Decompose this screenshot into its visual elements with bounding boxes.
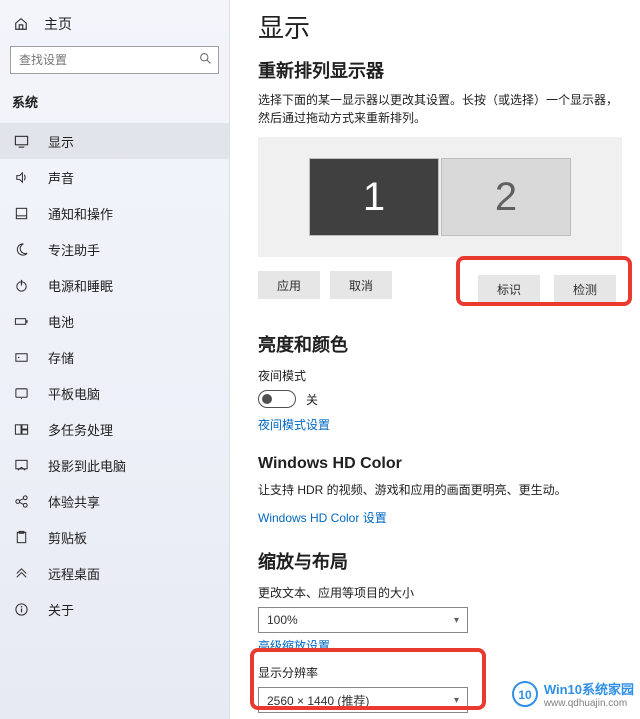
sidebar-item-sound[interactable]: 声音 xyxy=(0,159,229,195)
clipboard-icon xyxy=(12,530,30,545)
sidebar-item-about[interactable]: 关于 xyxy=(0,591,229,627)
sidebar-item-tablet[interactable]: 平板电脑 xyxy=(0,375,229,411)
watermark-url: www.qdhuajin.com xyxy=(544,698,634,709)
monitor-icon xyxy=(12,134,30,149)
brightness-section: 亮度和颜色 夜间模式 关 夜间模式设置 xyxy=(258,331,622,433)
battery-icon xyxy=(12,314,30,329)
sidebar-item-label: 剪贴板 xyxy=(48,528,87,547)
hdcolor-desc: 让支持 HDR 的视频、游戏和应用的画面更明亮、更生动。 xyxy=(258,481,622,499)
hdcolor-section: Windows HD Color 让支持 HDR 的视频、游戏和应用的画面更明亮… xyxy=(258,455,622,526)
chevron-down-icon: ▾ xyxy=(454,695,459,706)
detect-button[interactable]: 检测 xyxy=(554,275,616,303)
hdcolor-heading: Windows HD Color xyxy=(258,455,622,473)
sidebar-item-focus[interactable]: 专注助手 xyxy=(0,231,229,267)
home-label: 主页 xyxy=(44,14,72,34)
identify-button[interactable]: 标识 xyxy=(478,275,540,303)
sidebar-item-label: 通知和操作 xyxy=(48,204,113,223)
watermark-brand: Win10系统家园 xyxy=(544,679,634,698)
storage-icon xyxy=(12,350,30,365)
night-mode-label: 夜间模式 xyxy=(258,367,622,384)
system-nav: 显示 声音 通知和操作 专注助手 电源和睡眠 电池 xyxy=(0,123,229,627)
sidebar-item-battery[interactable]: 电池 xyxy=(0,303,229,339)
hdcolor-settings-link[interactable]: Windows HD Color 设置 xyxy=(258,509,622,526)
home-icon xyxy=(12,17,30,31)
cancel-button[interactable]: 取消 xyxy=(330,271,392,299)
sidebar-item-label: 显示 xyxy=(48,132,74,151)
text-size-value: 100% xyxy=(267,613,298,627)
sidebar-item-label: 电源和睡眠 xyxy=(48,276,113,295)
sidebar-item-label: 存储 xyxy=(48,348,74,367)
sidebar-item-project[interactable]: 投影到此电脑 xyxy=(0,447,229,483)
category-label: 系统 xyxy=(0,84,229,115)
brightness-heading: 亮度和颜色 xyxy=(258,331,622,357)
sidebar-item-display[interactable]: 显示 xyxy=(0,123,229,159)
advanced-scaling-link[interactable]: 高级缩放设置 xyxy=(258,637,622,654)
sidebar-item-clipboard[interactable]: 剪贴板 xyxy=(0,519,229,555)
watermark: 10 Win10系统家园 www.qdhuajin.com xyxy=(512,679,634,709)
tablet-icon xyxy=(12,386,30,401)
sidebar-item-label: 平板电脑 xyxy=(48,384,100,403)
sidebar-item-label: 投影到此电脑 xyxy=(48,456,126,475)
home-nav[interactable]: 主页 xyxy=(0,8,229,40)
search-box[interactable] xyxy=(10,46,219,74)
sidebar-item-label: 声音 xyxy=(48,168,74,187)
share-icon xyxy=(12,494,30,509)
info-icon xyxy=(12,602,30,617)
cast-icon xyxy=(12,458,30,473)
power-icon xyxy=(12,278,30,293)
chevron-down-icon: ▾ xyxy=(454,615,459,626)
sidebar-item-multitask[interactable]: 多任务处理 xyxy=(0,411,229,447)
bell-icon xyxy=(12,206,30,221)
monitor-button-row: 应用 取消 标识 检测 xyxy=(258,271,622,309)
apply-button[interactable]: 应用 xyxy=(258,271,320,299)
search-input[interactable] xyxy=(11,53,192,67)
search-container xyxy=(0,40,229,84)
rearrange-desc: 选择下面的某一显示器以更改其设置。长按（或选择）一个显示器，然后通过拖动方式来重… xyxy=(258,91,622,127)
text-size-label: 更改文本、应用等项目的大小 xyxy=(258,584,622,601)
monitor-2[interactable]: 2 xyxy=(441,158,571,236)
text-size-combo[interactable]: 100% ▾ xyxy=(258,607,468,633)
sidebar-item-remote[interactable]: 远程桌面 xyxy=(0,555,229,591)
remote-icon xyxy=(12,566,30,581)
resolution-combo[interactable]: 2560 × 1440 (推荐) ▾ xyxy=(258,687,468,713)
resolution-value: 2560 × 1440 (推荐) xyxy=(267,692,369,709)
night-mode-state: 关 xyxy=(306,391,318,408)
scale-heading: 缩放与布局 xyxy=(258,548,622,574)
toggle-switch-icon xyxy=(258,390,296,408)
night-mode-toggle[interactable]: 关 xyxy=(258,390,622,408)
svg-text:10: 10 xyxy=(518,688,532,702)
sidebar-item-label: 关于 xyxy=(48,600,74,619)
speaker-icon xyxy=(12,170,30,185)
settings-sidebar: 主页 系统 显示 声音 通知和操作 xyxy=(0,0,230,719)
rearrange-heading: 重新排列显示器 xyxy=(258,57,622,83)
sidebar-item-notifications[interactable]: 通知和操作 xyxy=(0,195,229,231)
sidebar-item-label: 多任务处理 xyxy=(48,420,113,439)
monitor-canvas[interactable]: 1 2 xyxy=(258,137,622,257)
sidebar-item-label: 电池 xyxy=(48,312,74,331)
watermark-logo-icon: 10 xyxy=(512,681,538,707)
sidebar-item-label: 体验共享 xyxy=(48,492,100,511)
sidebar-item-label: 专注助手 xyxy=(48,240,100,259)
sidebar-item-power[interactable]: 电源和睡眠 xyxy=(0,267,229,303)
moon-icon xyxy=(12,242,30,257)
main-panel: 显示 重新排列显示器 选择下面的某一显示器以更改其设置。长按（或选择）一个显示器… xyxy=(230,0,640,719)
search-icon xyxy=(192,52,218,68)
multitask-icon xyxy=(12,422,30,437)
monitor-1[interactable]: 1 xyxy=(309,158,439,236)
sidebar-item-shared[interactable]: 体验共享 xyxy=(0,483,229,519)
page-title: 显示 xyxy=(258,8,622,45)
night-mode-settings-link[interactable]: 夜间模式设置 xyxy=(258,416,622,433)
sidebar-item-storage[interactable]: 存储 xyxy=(0,339,229,375)
sidebar-item-label: 远程桌面 xyxy=(48,564,100,583)
